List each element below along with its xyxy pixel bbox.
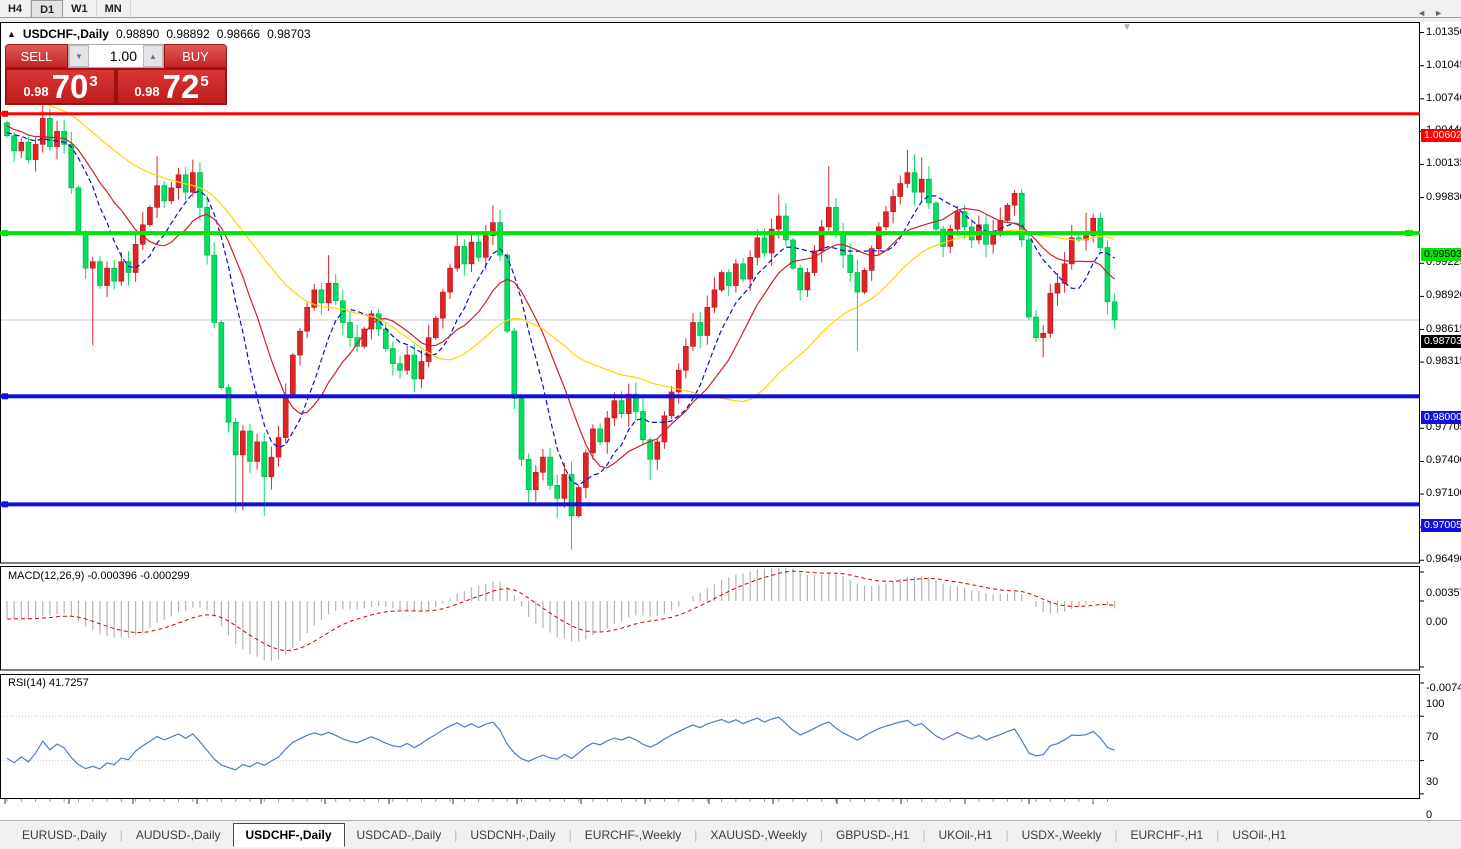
chart-tab-audusd-daily[interactable]: AUDUSD-,Daily [124, 824, 233, 846]
chart-tab-usdcnh-daily[interactable]: USDCNH-,Daily [458, 824, 567, 846]
tab-scroll-left-icon[interactable]: ◄ [1417, 8, 1434, 18]
buy-price-display[interactable]: 0.98 72 5 [116, 68, 227, 105]
macd-current-values: -0.000396 -0.000299 [87, 570, 189, 582]
price-level-badge: 1.00602 [1421, 129, 1461, 142]
rsi-current-value: 41.7257 [49, 677, 89, 689]
price-level-badge: 0.99503 [1421, 248, 1461, 261]
one-click-trade-panel: SELL ▼ ▲ BUY 0.98 70 3 0.98 72 5 [5, 44, 227, 105]
ohlc-high: 0.98892 [166, 27, 209, 41]
chart-tab-eurchf-weekly[interactable]: EURCHF-,Weekly [573, 824, 693, 846]
chart-tab-usdx-weekly[interactable]: USDX-,Weekly [1010, 824, 1114, 846]
current-price-badge: 0.98703 [1421, 335, 1461, 348]
macd-pane-label: MACD(12,26,9) -0.000396 -0.000299 [8, 570, 190, 582]
volume-control: ▼ ▲ [68, 44, 164, 68]
chart-tab-eurusd-daily[interactable]: EURUSD-,Daily [10, 824, 119, 846]
macd-scale-label: 0.003574 [1426, 587, 1461, 599]
sell-price-display[interactable]: 0.98 70 3 [5, 68, 116, 105]
chart-tab-usdchf-daily[interactable]: USDCHF-,Daily [233, 823, 345, 847]
timeframe-button-mn[interactable]: MN [97, 0, 131, 17]
chart-tab-usoil-h1[interactable]: USOil-,H1 [1220, 824, 1298, 846]
price-level-badge: 0.97005 [1421, 519, 1461, 532]
chart-window: ▲ USDCHF-,Daily 0.98890 0.98892 0.98666 … [0, 22, 1461, 849]
buy-price-big: 72 [163, 72, 200, 102]
price-tick-label: 1.01350 [1426, 26, 1461, 38]
price-tick-label: 1.00740 [1426, 92, 1461, 104]
rsi-scale-label: 100 [1426, 698, 1444, 710]
chart-title: ▲ USDCHF-,Daily 0.98890 0.98892 0.98666 … [7, 27, 311, 41]
price-tick-label: 0.98615 [1426, 323, 1461, 335]
ohlc-low: 0.98666 [217, 27, 260, 41]
ohlc-close: 0.98703 [267, 27, 310, 41]
symbol-name: USDCHF-,Daily [23, 27, 109, 41]
volume-input[interactable] [89, 45, 143, 67]
volume-increase-button[interactable]: ▲ [143, 45, 163, 67]
chart-tab-xauusd-weekly[interactable]: XAUUSD-,Weekly [698, 824, 818, 846]
volume-decrease-button[interactable]: ▼ [69, 45, 89, 67]
price-tick-label: 0.97400 [1426, 454, 1461, 466]
sell-button[interactable]: SELL [5, 44, 68, 68]
symbol-marker-icon: ▲ [7, 29, 16, 39]
tab-scroll-arrows: ◄► [1417, 8, 1451, 18]
window-separator [0, 18, 1461, 22]
chart-tab-eurchf-h1[interactable]: EURCHF-,H1 [1119, 824, 1216, 846]
macd-scale-label: -0.00749 [1426, 682, 1461, 694]
chart-tab-usdcad-daily[interactable]: USDCAD-,Daily [345, 824, 454, 846]
rsi-scale-label: 30 [1426, 776, 1438, 788]
ohlc-open: 0.98890 [116, 27, 159, 41]
scroll-to-end-marker[interactable]: ▼ [1122, 22, 1132, 33]
sell-price-big: 70 [52, 72, 89, 102]
macd-name: MACD(12,26,9) [8, 570, 84, 582]
rsi-pane-label: RSI(14) 41.7257 [8, 677, 89, 689]
price-tick-label: 0.97100 [1426, 487, 1461, 499]
macd-scale-label: 0.00 [1426, 616, 1447, 628]
price-tick-label: 0.96490 [1426, 553, 1461, 565]
chart-tab-gbpusd-h1[interactable]: GBPUSD-,H1 [824, 824, 921, 846]
sell-price-prefix: 0.98 [23, 84, 48, 99]
timeframe-button-h4[interactable]: H4 [0, 0, 31, 17]
rsi-scale-label: 70 [1426, 731, 1438, 743]
buy-price-sup: 5 [200, 73, 208, 90]
timeframe-button-d1[interactable]: D1 [31, 0, 63, 17]
buy-button[interactable]: BUY [164, 44, 227, 68]
price-tick-label: 1.00135 [1426, 157, 1461, 169]
buy-price-prefix: 0.98 [134, 84, 159, 99]
price-level-badge: 0.98000 [1421, 411, 1461, 424]
price-tick-label: 0.98920 [1426, 289, 1461, 301]
chart-tab-ukoil-h1[interactable]: UKOil-,H1 [926, 824, 1004, 846]
chart-canvas[interactable] [0, 22, 1461, 849]
price-tick-label: 0.99830 [1426, 191, 1461, 203]
price-tick-label: 1.01045 [1426, 59, 1461, 71]
timeframe-toolbar: H4D1W1MN [0, 0, 1461, 18]
timeframe-button-w1[interactable]: W1 [63, 0, 97, 17]
rsi-name: RSI(14) [8, 677, 46, 689]
symbol-tab-bar: EURUSD-,Daily|AUDUSD-,DailyUSDCHF-,Daily… [0, 820, 1461, 849]
tab-scroll-right-icon[interactable]: ► [1434, 8, 1451, 18]
sell-price-sup: 3 [89, 73, 97, 90]
price-tick-label: 0.98315 [1426, 355, 1461, 367]
